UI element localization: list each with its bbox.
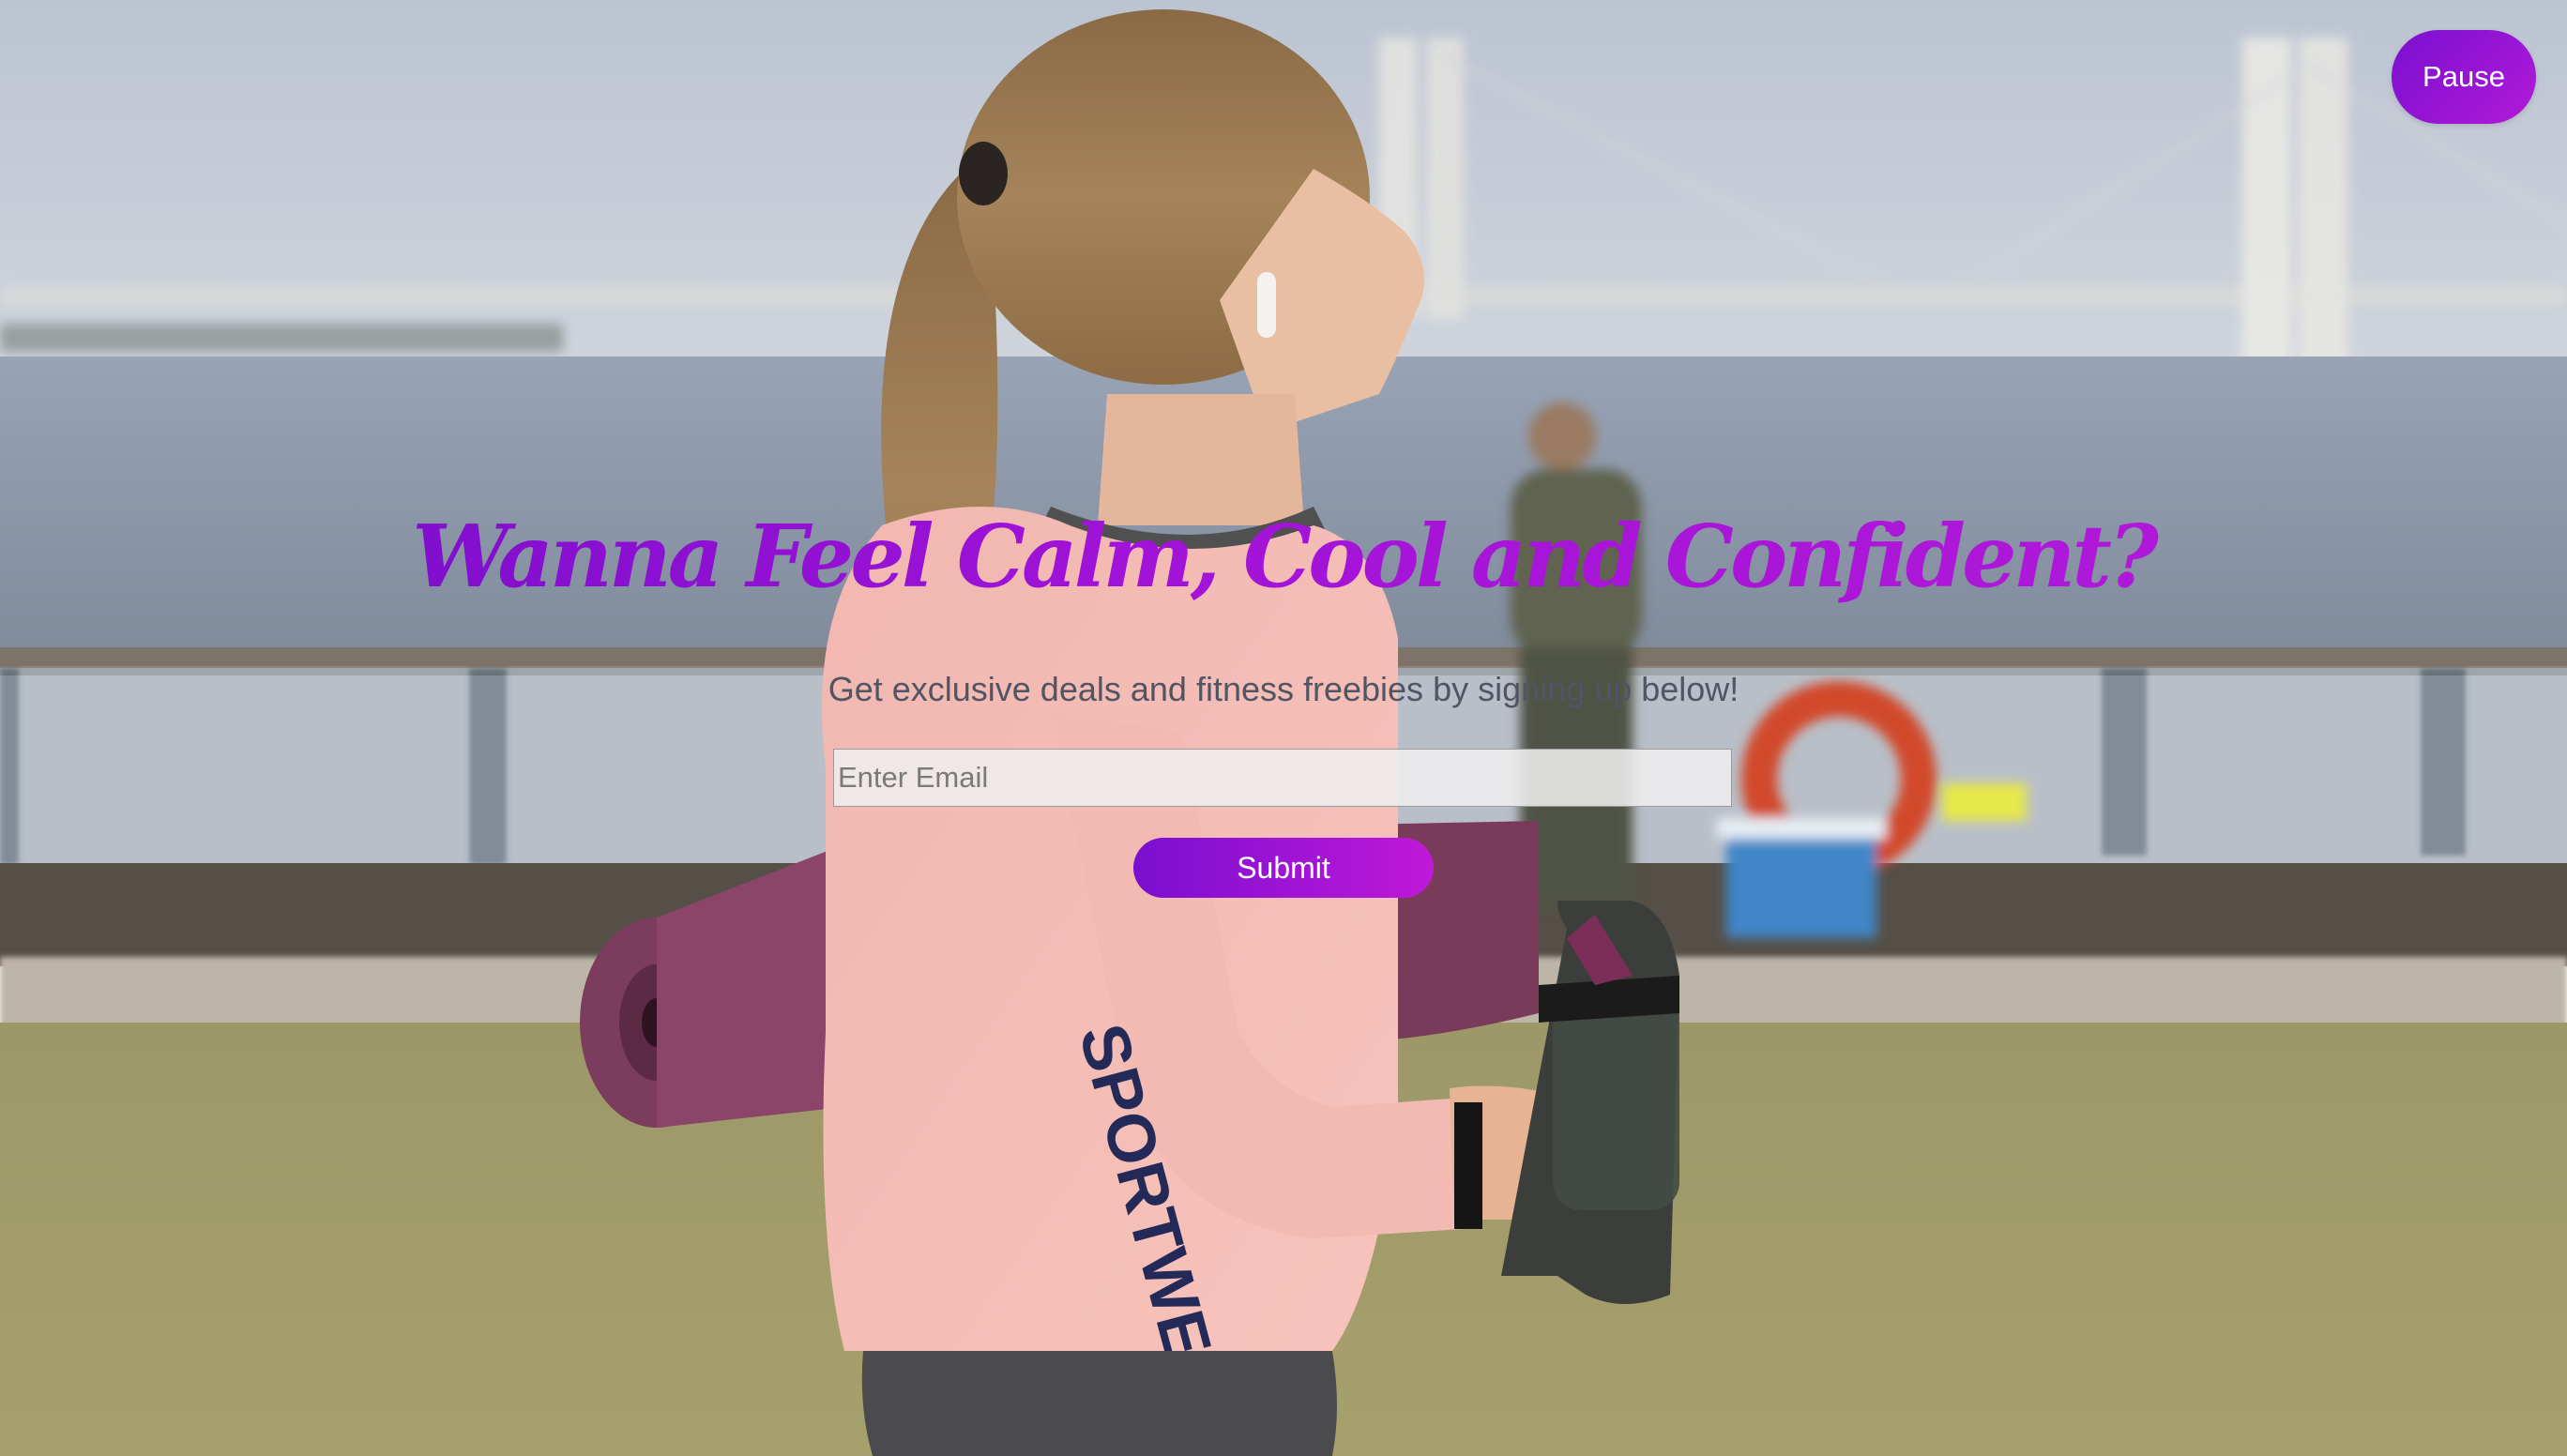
submit-button[interactable]: Submit bbox=[1133, 838, 1434, 898]
signup-subtitle: Get exclusive deals and fitness freebies… bbox=[828, 670, 1739, 708]
signup-headline: Wanna Feel Calm, Cool and Confident? bbox=[0, 495, 2567, 617]
landing-page: SPORTWEAR Pause Wanna Feel Calm, Cool an… bbox=[0, 0, 2567, 1456]
pause-button[interactable]: Pause bbox=[2392, 30, 2536, 124]
email-input[interactable] bbox=[833, 749, 1732, 807]
background-video: SPORTWEAR bbox=[0, 0, 2567, 1456]
